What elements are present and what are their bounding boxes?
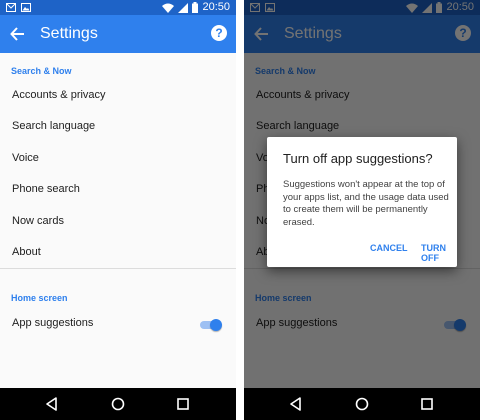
recents-square-icon[interactable] bbox=[175, 396, 191, 412]
section-header-home-screen: Home screen bbox=[11, 293, 68, 303]
recents-square-icon[interactable] bbox=[419, 396, 435, 412]
home-circle-icon[interactable] bbox=[354, 396, 370, 412]
dialog-message: Suggestions won't appear at the top of y… bbox=[283, 179, 449, 228]
settings-screen-with-dialog: 20:50 Settings ? Search & Now Accounts &… bbox=[244, 0, 480, 420]
page-title: Settings bbox=[40, 25, 98, 42]
settings-item-label: About bbox=[12, 246, 41, 258]
turn-off-button[interactable]: TURN OFF bbox=[421, 243, 457, 263]
image-icon bbox=[21, 3, 31, 12]
app-suggestions-toggle[interactable] bbox=[200, 319, 222, 331]
signal-icon bbox=[178, 2, 189, 13]
settings-item-label: Accounts & privacy bbox=[12, 89, 106, 101]
turn-off-suggestions-dialog: Turn off app suggestions? Suggestions wo… bbox=[267, 137, 457, 267]
cancel-button[interactable]: CANCEL bbox=[370, 243, 408, 253]
settings-item-label: App suggestions bbox=[12, 317, 94, 329]
status-time: 20:50 bbox=[202, 1, 230, 13]
settings-item-app-suggestions[interactable]: App suggestions bbox=[0, 311, 236, 339]
navigation-bar bbox=[0, 388, 236, 420]
settings-item-label: Search language bbox=[12, 120, 96, 132]
back-triangle-icon[interactable] bbox=[44, 396, 60, 412]
home-circle-icon[interactable] bbox=[110, 396, 126, 412]
navigation-bar bbox=[244, 388, 480, 420]
settings-item-now-cards[interactable]: Now cards bbox=[0, 209, 236, 237]
settings-list: Search & Now Accounts & privacy Search l… bbox=[0, 53, 236, 388]
app-bar: Settings ? bbox=[0, 15, 236, 53]
dialog-title: Turn off app suggestions? bbox=[283, 151, 433, 166]
back-arrow-icon[interactable] bbox=[8, 24, 28, 44]
settings-item-search-language[interactable]: Search language bbox=[0, 114, 236, 142]
settings-item-about[interactable]: About bbox=[0, 240, 236, 268]
battery-icon bbox=[192, 2, 199, 13]
settings-item-label: Now cards bbox=[12, 215, 64, 227]
back-triangle-icon[interactable] bbox=[288, 396, 304, 412]
help-icon[interactable]: ? bbox=[211, 25, 227, 41]
settings-item-label: Voice bbox=[12, 152, 39, 164]
settings-item-voice[interactable]: Voice bbox=[0, 146, 236, 174]
section-divider bbox=[0, 268, 236, 269]
section-header-search-now: Search & Now bbox=[11, 66, 72, 76]
toggle-thumb bbox=[210, 319, 222, 331]
mail-icon bbox=[6, 3, 16, 12]
status-bar: 20:50 bbox=[0, 0, 236, 15]
wifi-icon bbox=[162, 3, 175, 13]
settings-item-label: Phone search bbox=[12, 183, 80, 195]
settings-item-phone-search[interactable]: Phone search bbox=[0, 177, 236, 205]
settings-item-accounts-privacy[interactable]: Accounts & privacy bbox=[0, 83, 236, 111]
settings-screen: 20:50 Settings ? Search & Now Accounts &… bbox=[0, 0, 236, 420]
